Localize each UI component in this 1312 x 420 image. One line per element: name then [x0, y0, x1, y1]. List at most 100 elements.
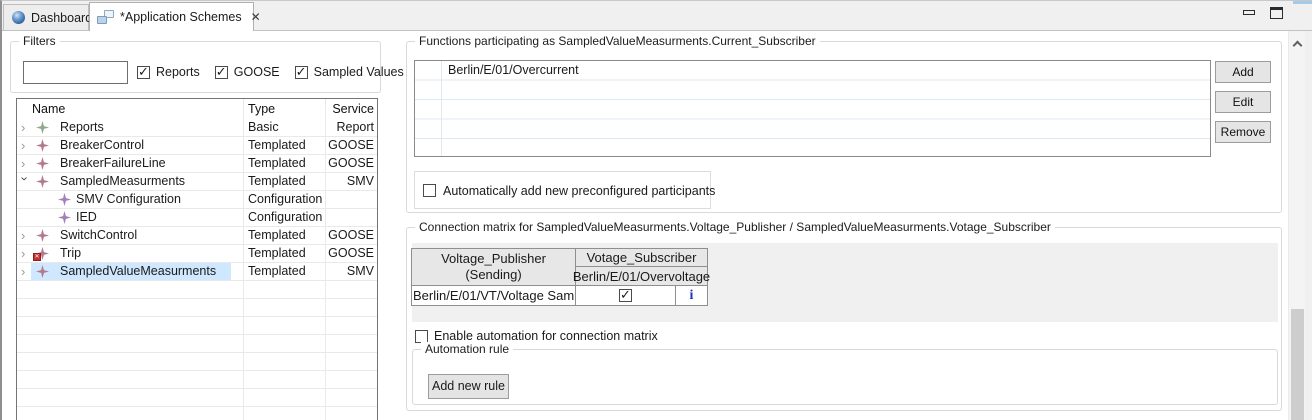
row-service: SMV: [325, 173, 376, 190]
table-row-breakercontrol[interactable]: › BreakerControl Templated GOOSE: [17, 137, 377, 155]
remove-button[interactable]: Remove: [1215, 121, 1271, 143]
goose-checkbox[interactable]: [215, 66, 228, 79]
function-diamond-icon: [36, 157, 49, 170]
function-diamond-icon: [36, 139, 49, 152]
function-diamond-icon: [36, 121, 49, 134]
row-name: BreakerControl: [60, 137, 144, 154]
enable-automation-checkbox[interactable]: [415, 330, 428, 343]
row-type: Templated: [248, 227, 306, 244]
chevron-right-icon[interactable]: ›: [21, 155, 31, 172]
row-name: BreakerFailureLine: [60, 155, 166, 172]
row-service: Report: [325, 119, 376, 136]
filter-checkbox-row: Reports GOOSE Sampled Values: [137, 65, 413, 79]
column-header-name[interactable]: Name: [32, 99, 65, 119]
tab-dashboard-label: Dashboard: [31, 11, 92, 25]
configuration-diamond-icon: [58, 193, 71, 206]
scrollbar-thumb[interactable]: [1291, 309, 1304, 420]
row-type: Basic: [248, 119, 279, 136]
table-header: Name Type Service: [17, 99, 377, 119]
edit-button[interactable]: Edit: [1215, 91, 1271, 113]
table-row-ied[interactable]: IED Configuration: [17, 209, 377, 227]
publisher-row-label-cell: Berlin/E/01/VT/Voltage Samples: [411, 285, 576, 306]
reports-checkbox[interactable]: [137, 66, 150, 79]
row-type: Templated: [248, 137, 306, 154]
row-type: Configuration: [248, 191, 322, 208]
reports-checkbox-label: Reports: [156, 65, 200, 79]
row-service: GOOSE: [325, 227, 376, 244]
row-service: GOOSE: [325, 137, 376, 154]
auto-add-checkbox[interactable]: [423, 184, 436, 197]
chevron-down-icon[interactable]: ›: [17, 177, 34, 187]
publisher-row-label: Berlin/E/01/VT/Voltage Samples: [413, 288, 576, 303]
row-name: SwitchControl: [60, 227, 137, 244]
table-row-sampledmeasurments[interactable]: › SampledMeasurments Templated SMV: [17, 173, 377, 191]
chevron-right-icon[interactable]: ›: [21, 137, 31, 154]
table-row-breakerfailureline[interactable]: › BreakerFailureLine Templated GOOSE: [17, 155, 377, 173]
chevron-right-icon[interactable]: ›: [21, 227, 31, 244]
goose-checkbox-label: GOOSE: [234, 65, 280, 79]
row-name: Trip: [60, 245, 81, 262]
row-name: SampledMeasurments: [60, 173, 185, 190]
column-divider: [325, 99, 326, 420]
vertical-scrollbar[interactable]: [1288, 31, 1305, 420]
tab-dashboard[interactable]: Dashboard: [3, 4, 89, 30]
info-icon[interactable]: i: [690, 289, 694, 303]
table-body: › Reports Basic Report › BreakerControl …: [17, 119, 377, 420]
function-diamond-icon: [36, 229, 49, 242]
chevron-right-icon[interactable]: ›: [21, 245, 31, 262]
close-icon[interactable]: ✕: [251, 11, 261, 23]
chevron-right-icon[interactable]: ›: [21, 119, 31, 136]
row-type: Configuration: [248, 209, 322, 226]
dashboard-icon: [12, 11, 25, 24]
error-badge-icon: [33, 253, 41, 261]
table-row-smv-configuration[interactable]: SMV Configuration Configuration: [17, 191, 377, 209]
table-row-trip[interactable]: › Trip Templated GOOSE: [17, 245, 377, 263]
row-name: SMV Configuration: [76, 191, 181, 208]
minimize-icon[interactable]: [1243, 10, 1255, 15]
column-header-service[interactable]: Service: [325, 99, 376, 119]
add-new-rule-button[interactable]: Add new rule: [428, 374, 509, 399]
function-diamond-icon: [36, 175, 49, 188]
scrollbar-up-arrow-icon[interactable]: [1293, 41, 1303, 51]
tab-application-schemes[interactable]: *Application Schemes ✕: [89, 2, 254, 31]
table-row-reports[interactable]: › Reports Basic Report: [17, 119, 377, 137]
add-button[interactable]: Add: [1215, 61, 1271, 83]
connection-matrix-group: Connection matrix for SampledValueMeasur…: [406, 227, 1282, 411]
list-column-divider: [441, 61, 442, 156]
row-service: GOOSE: [325, 245, 376, 262]
application-schemes-icon: [97, 10, 114, 24]
subscriber-header-cell: Votage_Subscriber: [575, 248, 708, 267]
auto-add-checkbox-label: Automatically add new preconfigured part…: [443, 184, 715, 198]
functions-tree-table: Name Type Service › Reports Basic Report…: [16, 98, 378, 420]
publisher-header-cell: Voltage_Publisher (Sending): [411, 248, 576, 286]
sampled-values-checkbox[interactable]: [295, 66, 308, 79]
configuration-diamond-icon: [58, 211, 71, 224]
participants-list[interactable]: Berlin/E/01/Overcurrent: [414, 60, 1211, 157]
connection-matrix-title: Connection matrix for SampledValueMeasur…: [415, 220, 1055, 234]
sampled-values-checkbox-label: Sampled Values: [314, 65, 404, 79]
connection-cell: [575, 285, 676, 306]
connection-info-cell: i: [675, 285, 708, 306]
column-header-type[interactable]: Type: [248, 99, 275, 119]
subscriber-header-label: Votage_Subscriber: [587, 250, 697, 265]
column-divider: [243, 99, 244, 420]
table-row-sampledvaluemeasurments-selected[interactable]: › SampledValueMeasurments Templated SMV: [17, 263, 377, 281]
row-type: Templated: [248, 245, 306, 262]
right-gutter: [1305, 31, 1312, 420]
participant-item[interactable]: Berlin/E/01/Overcurrent: [448, 61, 579, 80]
chevron-right-icon[interactable]: ›: [21, 263, 31, 280]
top-right-accent: [1293, 1, 1312, 4]
automation-rule-title: Automation rule: [421, 342, 513, 356]
maximize-icon[interactable]: [1270, 7, 1283, 19]
row-service: GOOSE: [325, 155, 376, 172]
functions-group-title: Functions participating as SampledValueM…: [415, 34, 820, 48]
content-area: Filters Reports GOOSE Sampled Values Nam…: [2, 31, 1312, 420]
row-name: IED: [76, 209, 97, 226]
filter-input[interactable]: [23, 61, 128, 84]
connection-checkbox[interactable]: [619, 289, 632, 302]
editor-tab-bar: Dashboard *Application Schemes ✕: [2, 1, 1312, 31]
row-name: Reports: [60, 119, 104, 136]
automation-rule-group: Automation rule Add new rule: [412, 349, 1278, 405]
table-row-switchcontrol[interactable]: › SwitchControl Templated GOOSE: [17, 227, 377, 245]
row-type: Templated: [248, 155, 306, 172]
